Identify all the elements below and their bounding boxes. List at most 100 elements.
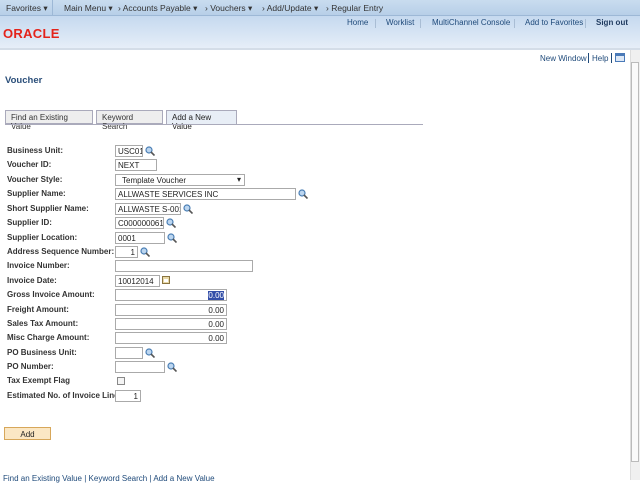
crumb-label: Accounts Payable bbox=[122, 3, 191, 13]
home-link[interactable]: Home bbox=[347, 18, 368, 27]
customize-page-icon[interactable] bbox=[615, 53, 625, 62]
freight-amount-input[interactable]: 0.00 bbox=[115, 304, 227, 316]
tab-label: Find an Existing Value bbox=[11, 113, 68, 131]
address-sequence-number-input[interactable]: 1 bbox=[115, 246, 138, 258]
crumb-label: Vouchers bbox=[210, 3, 246, 13]
divider bbox=[52, 0, 53, 16]
po-business-unit-input[interactable] bbox=[115, 347, 143, 359]
estimated-invoice-lines-label: Estimated No. of Invoice Lines: bbox=[7, 391, 126, 400]
field-value: ALLWASTE S-001 bbox=[118, 205, 181, 214]
tax-exempt-flag-label: Tax Exempt Flag bbox=[7, 376, 70, 385]
field-value: Template Voucher bbox=[122, 176, 187, 185]
search-icon[interactable] bbox=[145, 146, 156, 157]
crumb-add-update[interactable]: › Add/Update ▾ bbox=[262, 3, 318, 14]
business-unit-input[interactable]: USC01 bbox=[115, 145, 143, 157]
search-icon[interactable] bbox=[140, 247, 151, 258]
address-sequence-number-label: Address Sequence Number: bbox=[7, 247, 115, 256]
crumb-label: Regular Entry bbox=[331, 3, 384, 13]
search-icon[interactable] bbox=[167, 362, 178, 373]
search-icon[interactable] bbox=[167, 233, 178, 244]
gross-invoice-amount-label: Gross Invoice Amount: bbox=[7, 290, 95, 299]
favorites-menu[interactable]: Favorites ▾ bbox=[6, 3, 48, 14]
tab-add-new-value[interactable]: Add a New Value bbox=[166, 110, 237, 131]
divider bbox=[588, 53, 589, 63]
breadcrumb-bar: Favorites ▾ Main Menu ▾ › Accounts Payab… bbox=[0, 0, 640, 16]
page-title: Voucher bbox=[5, 75, 43, 86]
field-value: 0.00 bbox=[208, 334, 224, 343]
multichannel-console-link[interactable]: MultiChannel Console bbox=[432, 18, 510, 27]
supplier-id-input[interactable]: C000000061 bbox=[115, 217, 164, 229]
main-menu[interactable]: Main Menu ▾ bbox=[64, 3, 113, 14]
short-supplier-name-input[interactable]: ALLWASTE S-001 bbox=[115, 203, 181, 215]
supplier-name-input[interactable]: ALLWASTE SERVICES INC bbox=[115, 188, 296, 200]
field-value: 1 bbox=[130, 248, 135, 257]
short-supplier-name-label: Short Supplier Name: bbox=[7, 204, 89, 213]
misc-charge-amount-label: Misc Charge Amount: bbox=[7, 333, 90, 342]
voucher-id-label: Voucher ID: bbox=[7, 160, 52, 169]
field-value: 0.00 bbox=[208, 306, 224, 315]
supplier-location-label: Supplier Location: bbox=[7, 233, 78, 242]
tab-find-existing-value[interactable]: Find an Existing Value bbox=[5, 110, 93, 131]
tab-keyword-search[interactable]: Keyword Search bbox=[96, 110, 163, 131]
tab-label: Keyword Search bbox=[102, 113, 134, 131]
field-value: C000000061 bbox=[118, 219, 164, 228]
chevron-down-icon: ▾ bbox=[236, 175, 241, 184]
tab-divider bbox=[5, 124, 423, 125]
invoice-number-input[interactable] bbox=[115, 260, 253, 272]
add-button[interactable]: Add bbox=[4, 427, 51, 440]
voucher-id-input[interactable]: NEXT bbox=[115, 159, 157, 171]
po-business-unit-label: PO Business Unit: bbox=[7, 348, 77, 357]
field-value: ALLWASTE SERVICES INC bbox=[118, 190, 219, 199]
crumb-regular-entry[interactable]: › Regular Entry bbox=[326, 3, 383, 13]
add-to-favorites-link[interactable]: Add to Favorites bbox=[525, 18, 583, 27]
sales-tax-amount-input[interactable]: 0.00 bbox=[115, 318, 227, 330]
divider bbox=[375, 19, 376, 28]
tax-exempt-flag-checkbox[interactable] bbox=[117, 377, 125, 385]
invoice-date-label: Invoice Date: bbox=[7, 276, 57, 285]
supplier-location-input[interactable]: 0001 bbox=[115, 232, 165, 244]
oracle-logo: ORACLE bbox=[3, 26, 60, 41]
crumb-vouchers[interactable]: › Vouchers ▾ bbox=[205, 3, 252, 14]
business-unit-label: Business Unit: bbox=[7, 146, 64, 155]
new-window-link[interactable]: New Window bbox=[540, 54, 587, 63]
invoice-number-label: Invoice Number: bbox=[7, 261, 70, 270]
supplier-name-label: Supplier Name: bbox=[7, 189, 66, 198]
sign-out-link[interactable]: Sign out bbox=[596, 18, 628, 27]
footer-find-existing-link[interactable]: Find an Existing Value bbox=[3, 474, 82, 483]
header: Home Worklist MultiChannel Console Add t… bbox=[0, 16, 640, 50]
field-value: NEXT bbox=[118, 161, 140, 170]
favorites-label: Favorites bbox=[6, 3, 41, 13]
field-value: USC01 bbox=[118, 147, 143, 156]
po-number-input[interactable] bbox=[115, 361, 165, 373]
sales-tax-amount-label: Sales Tax Amount: bbox=[7, 319, 79, 328]
crumb-accounts-payable[interactable]: › Accounts Payable ▾ bbox=[118, 3, 197, 14]
gross-invoice-amount-input[interactable]: 0.00 bbox=[115, 289, 227, 301]
search-icon[interactable] bbox=[298, 189, 309, 200]
search-icon[interactable] bbox=[183, 204, 194, 215]
divider bbox=[611, 53, 612, 63]
field-value: 10012014 bbox=[118, 277, 154, 286]
search-icon[interactable] bbox=[166, 218, 177, 229]
estimated-invoice-lines-input[interactable]: 1 bbox=[115, 390, 141, 402]
footer-keyword-search-link[interactable]: Keyword Search bbox=[89, 474, 148, 483]
field-value: 0.00 bbox=[208, 291, 224, 300]
misc-charge-amount-input[interactable]: 0.00 bbox=[115, 332, 227, 344]
calendar-icon[interactable] bbox=[162, 276, 172, 286]
voucher-style-select[interactable]: Template Voucher ▾ bbox=[115, 174, 245, 186]
main-menu-label: Main Menu bbox=[64, 3, 107, 13]
field-value: 1 bbox=[133, 392, 138, 401]
divider bbox=[420, 19, 421, 28]
invoice-date-input[interactable]: 10012014 bbox=[115, 275, 160, 287]
worklist-link[interactable]: Worklist bbox=[386, 18, 414, 27]
divider bbox=[585, 19, 586, 28]
po-number-label: PO Number: bbox=[7, 362, 54, 371]
field-value: 0.00 bbox=[208, 320, 224, 329]
footer-add-new-link[interactable]: Add a New Value bbox=[153, 474, 214, 483]
search-icon[interactable] bbox=[145, 348, 156, 359]
help-link[interactable]: Help bbox=[592, 54, 608, 63]
tab-label: Add a New Value bbox=[172, 113, 212, 131]
field-value: 0001 bbox=[118, 234, 136, 243]
freight-amount-label: Freight Amount: bbox=[7, 305, 69, 314]
voucher-style-label: Voucher Style: bbox=[7, 175, 63, 184]
scrollbar-thumb[interactable] bbox=[631, 62, 639, 462]
